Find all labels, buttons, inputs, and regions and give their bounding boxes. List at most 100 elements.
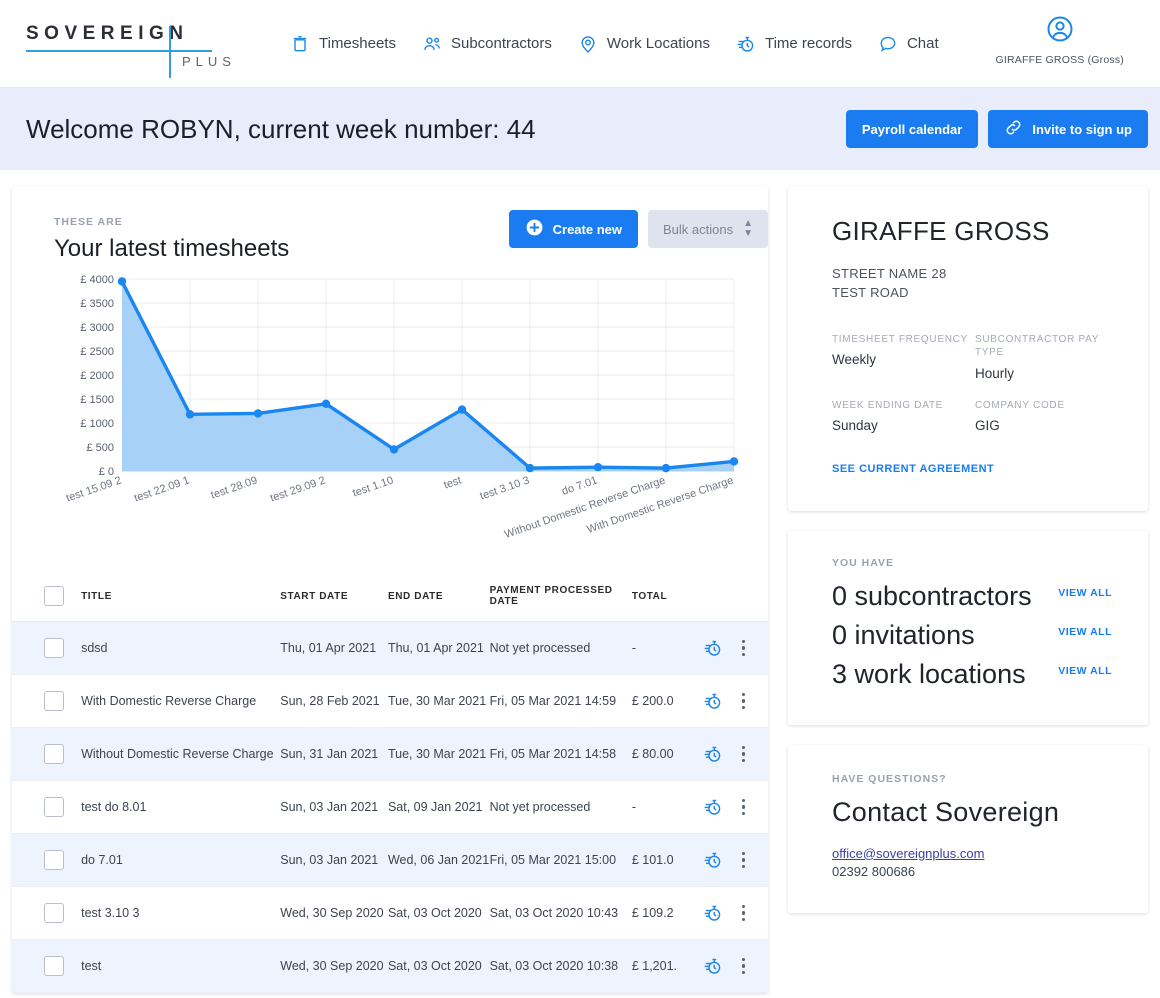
plus-circle-icon bbox=[525, 218, 544, 240]
row-more-menu-button[interactable] bbox=[741, 674, 768, 728]
view-all-work-locations-link[interactable]: VIEW ALL bbox=[1058, 655, 1112, 677]
row-more-menu-button[interactable] bbox=[741, 939, 768, 993]
svg-text:£ 4000: £ 4000 bbox=[80, 274, 114, 286]
svg-text:test 15.09 2: test 15.09 2 bbox=[65, 474, 123, 504]
nav-item-chat[interactable]: Chat bbox=[878, 34, 939, 54]
row-timer-button[interactable] bbox=[702, 833, 742, 887]
kebab-menu-icon bbox=[741, 851, 746, 869]
link-chain-icon bbox=[1004, 118, 1023, 140]
row-more-menu-button[interactable] bbox=[741, 621, 768, 675]
row-checkbox[interactable] bbox=[44, 691, 64, 711]
see-current-agreement-link[interactable]: SEE CURRENT AGREEMENT bbox=[832, 463, 994, 475]
field-label: COMPANY CODE bbox=[975, 399, 1065, 411]
row-more-menu-button[interactable] bbox=[741, 886, 768, 940]
row-select-cell bbox=[12, 727, 82, 781]
field-subcontractor-pay-type: SUBCONTRACTOR PAY TYPE Hourly bbox=[975, 333, 1112, 381]
cell-end-date: Tue, 30 Mar 2021 bbox=[387, 674, 490, 728]
svg-text:test 3.10 3: test 3.10 3 bbox=[478, 474, 530, 502]
view-all-invitations-link[interactable]: VIEW ALL bbox=[1058, 616, 1112, 638]
row-select-cell bbox=[12, 674, 82, 728]
chat-bubble-icon bbox=[878, 34, 898, 54]
stat-text: 0 invitations bbox=[832, 620, 975, 651]
nav-item-time-records[interactable]: Time records bbox=[736, 34, 852, 54]
stopwatch-icon bbox=[736, 34, 756, 54]
row-more-menu-button[interactable] bbox=[741, 727, 768, 781]
nav-item-work-locations[interactable]: Work Locations bbox=[578, 34, 710, 54]
field-value: Hourly bbox=[975, 365, 1015, 381]
svg-text:£ 2500: £ 2500 bbox=[80, 346, 114, 358]
table-row[interactable]: do 7.01 Sun, 03 Jan 2021 Wed, 06 Jan 2021 F… bbox=[12, 833, 768, 887]
row-timer-button[interactable] bbox=[702, 621, 742, 675]
svg-text:£ 500: £ 500 bbox=[86, 442, 114, 454]
view-all-subcontractors-link[interactable]: VIEW ALL bbox=[1058, 577, 1112, 599]
timesheets-card-header: THESE ARE Your latest timesheets Create … bbox=[12, 186, 768, 263]
kebab-menu-icon bbox=[741, 692, 746, 710]
field-value: Weekly bbox=[832, 352, 877, 368]
nav-label: Subcontractors bbox=[450, 35, 552, 52]
user-menu[interactable]: GIRAFFE GROSS (Gross) bbox=[996, 14, 1124, 66]
row-more-menu-button[interactable] bbox=[741, 780, 768, 834]
row-select-cell bbox=[12, 621, 82, 675]
create-new-button[interactable]: Create new bbox=[508, 210, 638, 248]
cell-total: £ 80.00 bbox=[631, 727, 703, 781]
col-action-1 bbox=[702, 571, 742, 622]
timesheets-card: THESE ARE Your latest timesheets Create … bbox=[12, 186, 768, 993]
row-select-cell bbox=[12, 939, 82, 993]
stat-subcontractors: 0 subcontractors VIEW ALL bbox=[832, 577, 1112, 616]
kebab-menu-icon bbox=[741, 639, 746, 657]
row-timer-button[interactable] bbox=[702, 886, 742, 940]
main-column: THESE ARE Your latest timesheets Create … bbox=[12, 186, 768, 998]
timesheets-area-chart: £ 0 £ 500 £ 1000 £ 1500 £ 2000 £ 2500 £ 3000 £ … bbox=[12, 271, 768, 571]
nav-item-subcontractors[interactable]: Subcontractors bbox=[422, 34, 552, 54]
contact-email-link[interactable]: office@sovereignplus.com bbox=[832, 846, 1112, 861]
row-checkbox[interactable] bbox=[44, 903, 64, 923]
bulk-actions-dropdown[interactable]: Bulk actions ▲ ▼ bbox=[648, 210, 768, 248]
side-column: GIRAFFE GROSS STREET NAME 28 TEST ROAD T… bbox=[788, 186, 1148, 998]
brand-logo-vline bbox=[169, 25, 171, 78]
stats-eyebrow: YOU HAVE bbox=[832, 557, 895, 570]
nav-item-timesheets[interactable]: Timesheets bbox=[290, 34, 396, 54]
bulk-actions-label: Bulk actions bbox=[663, 221, 734, 237]
table-row[interactable]: sdsd Thu, 01 Apr 2021 Thu, 01 Apr 2021 Not … bbox=[12, 621, 768, 675]
svg-text:test 22.09 1: test 22.09 1 bbox=[133, 474, 191, 504]
chart-svg: £ 0£ 500£ 1000£ 1500£ 2000£ 2500£ 3000£ … bbox=[65, 274, 739, 541]
svg-text:test: test bbox=[442, 474, 463, 491]
row-more-menu-button[interactable] bbox=[741, 833, 768, 887]
row-timer-button[interactable] bbox=[702, 727, 742, 781]
kebab-menu-icon bbox=[741, 745, 746, 763]
profile-fields: TIMESHEET FREQUENCY Weekly SUBCONTRACTOR… bbox=[832, 333, 1112, 434]
table-row[interactable]: Without Domestic Reverse Charge Sun, 31 J… bbox=[12, 727, 768, 781]
chevron-updown-icon: ▲ ▼ bbox=[743, 218, 753, 239]
stopwatch-icon bbox=[703, 638, 742, 658]
cell-title: do 7.01 bbox=[81, 833, 281, 887]
payroll-calendar-button[interactable]: Payroll calendar bbox=[845, 110, 979, 148]
row-checkbox[interactable] bbox=[44, 956, 64, 976]
row-checkbox[interactable] bbox=[44, 797, 64, 817]
stopwatch-icon bbox=[703, 744, 742, 764]
svg-text:£ 2000: £ 2000 bbox=[80, 370, 114, 382]
profile-card: GIRAFFE GROSS STREET NAME 28 TEST ROAD T… bbox=[788, 186, 1148, 512]
svg-text:test 29.09 2: test 29.09 2 bbox=[269, 474, 327, 504]
cell-total: - bbox=[631, 780, 703, 834]
row-timer-button[interactable] bbox=[702, 939, 742, 993]
table-row[interactable]: test do 8.01 Sun, 03 Jan 2021 Sat, 09 Jan … bbox=[12, 780, 768, 834]
table-body: sdsd Thu, 01 Apr 2021 Thu, 01 Apr 2021 Not … bbox=[12, 621, 768, 993]
brand-logo[interactable]: SOVEREIGN PLUS bbox=[26, 18, 231, 78]
row-timer-button[interactable] bbox=[702, 780, 742, 834]
row-checkbox[interactable] bbox=[44, 850, 64, 870]
stat-text: 3 work locations bbox=[832, 659, 1026, 690]
table-header-row: TITLE START DATE END DATE PAYMENT PROCES… bbox=[12, 571, 768, 622]
cell-end-date: Thu, 01 Apr 2021 bbox=[387, 621, 490, 675]
svg-text:£ 1500: £ 1500 bbox=[80, 394, 114, 406]
stopwatch-icon bbox=[703, 956, 742, 976]
table-row[interactable]: With Domestic Reverse Charge Sun, 28 Feb … bbox=[12, 674, 768, 728]
row-checkbox[interactable] bbox=[44, 638, 64, 658]
table-row[interactable]: test Wed, 30 Sep 2020 Sat, 03 Oct 2020 Sat,… bbox=[12, 939, 768, 993]
nav-label: Chat bbox=[906, 35, 939, 52]
table-row[interactable]: test 3.10 3 Wed, 30 Sep 2020 Sat, 03 Oct 2… bbox=[12, 886, 768, 940]
invite-to-sign-up-button[interactable]: Invite to sign up bbox=[988, 110, 1148, 148]
row-checkbox[interactable] bbox=[44, 744, 64, 764]
row-timer-button[interactable] bbox=[702, 674, 742, 728]
select-all-checkbox[interactable] bbox=[44, 586, 64, 606]
stopwatch-icon bbox=[703, 691, 742, 711]
